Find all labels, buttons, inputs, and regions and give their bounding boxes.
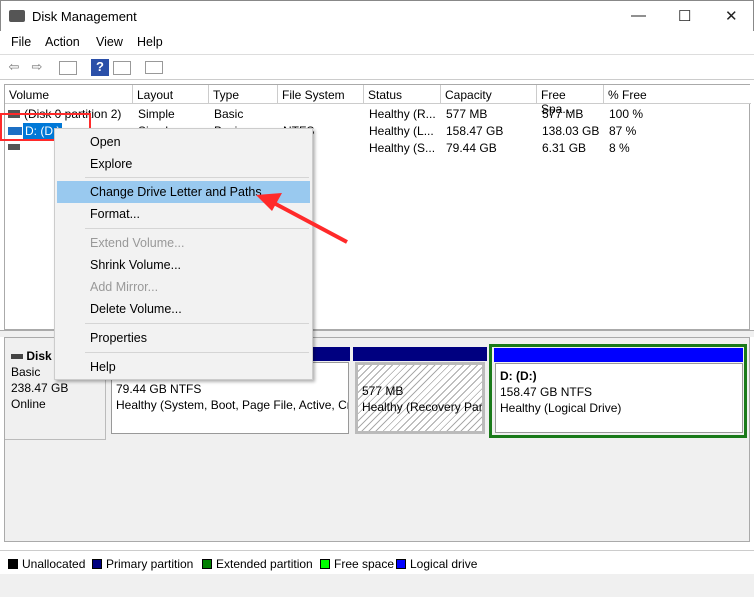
properties-icon[interactable] [145,61,163,74]
separator [85,323,309,324]
partition-name: D: (D:) [500,369,537,383]
cell-free: 6.31 GB [542,141,587,155]
partition-size: 577 MB [362,384,404,398]
console-tree-icon[interactable] [59,61,77,75]
status-bar [0,574,754,597]
cell-status: Healthy (S... [369,141,436,155]
cell-percent: 87 % [609,124,637,138]
disk-management-app-icon [9,10,25,22]
legend-primary: Primary partition [92,557,193,571]
minimize-button[interactable]: — [631,7,646,24]
partition-logical-d[interactable]: D: (D:) 158.47 GB NTFS Healthy (Logical … [495,363,743,433]
menu-item-properties[interactable]: Properties [57,327,310,349]
menu-item-open[interactable]: Open [57,131,310,153]
legend-free-space: Free space [320,557,394,571]
column-percent-free[interactable]: % Free [604,85,751,104]
disk-status: Online [11,397,46,411]
menu-action[interactable]: Action [45,35,80,49]
column-status[interactable]: Status [364,85,441,104]
cell-percent: 100 % [609,107,644,121]
partition-size: 79.44 GB NTFS [116,382,202,396]
cell-free: 577 MB [542,107,584,121]
forward-arrow-icon[interactable]: ⇨ [28,59,46,76]
menu-item-delete-volume[interactable]: Delete Volume... [57,298,310,320]
menu-help[interactable]: Help [137,35,163,49]
disk-size: 238.47 GB [11,381,69,395]
cell-capacity: 158.47 GB [446,124,504,138]
cell-type: Basic [214,107,244,121]
disk-icon [11,354,23,360]
cell-free: 138.03 GB [542,124,600,138]
legend-extended: Extended partition [202,557,313,571]
help-icon[interactable]: ? [91,59,109,76]
separator [85,177,309,178]
menu-item-add-mirror: Add Mirror... [90,280,159,294]
partition-status: Healthy (Logical Drive) [500,401,622,415]
legend-logical: Logical drive [396,557,477,571]
cell-percent: 8 % [609,141,630,155]
legend-unallocated: Unallocated [8,557,85,571]
window-title: Disk Management [32,9,137,24]
drive-icon [8,144,20,150]
cell-capacity: 79.44 GB [446,141,497,155]
menu-file[interactable]: File [11,35,31,49]
column-type[interactable]: Type [209,85,278,104]
partition-recovery[interactable]: 577 MB Healthy (Recovery Part [355,362,485,434]
action-pane-icon[interactable] [113,61,131,75]
title-bar: Disk Management — ☐ ✕ [0,0,754,31]
partition-size: 158.47 GB NTFS [500,385,593,399]
annotation-arrow-icon [256,193,348,244]
legend: Unallocated Primary partition Extended p… [0,550,754,574]
column-layout[interactable]: Layout [133,85,209,104]
cell-layout: Simple [138,107,175,121]
cell-capacity: 577 MB [446,107,488,121]
maximize-button[interactable]: ☐ [678,7,691,25]
toolbar: ⇦ ⇨ ? [0,54,754,80]
menu-view[interactable]: View [96,35,123,49]
partition-bar-recovery [353,347,487,361]
column-free-space[interactable]: Free Spa... [537,85,604,116]
column-volume[interactable]: Volume [5,85,133,104]
menu-item-help[interactable]: Help [57,356,310,378]
column-file-system[interactable]: File System [278,85,364,104]
partition-bar-logical [494,348,743,362]
back-arrow-icon[interactable]: ⇦ [5,59,23,76]
menu-item-explore[interactable]: Explore [57,153,310,175]
close-button[interactable]: ✕ [725,7,738,25]
column-capacity[interactable]: Capacity [441,85,537,104]
menu-item-shrink-volume[interactable]: Shrink Volume... [57,254,310,276]
separator [85,352,309,353]
partition-status: Healthy (Recovery Part [362,400,485,414]
partition-status: Healthy (System, Boot, Page File, Active… [116,398,349,412]
cell-status: Healthy (R... [369,107,436,121]
cell-status: Healthy (L... [369,124,434,138]
menu-bar: File Action View Help [0,31,754,53]
